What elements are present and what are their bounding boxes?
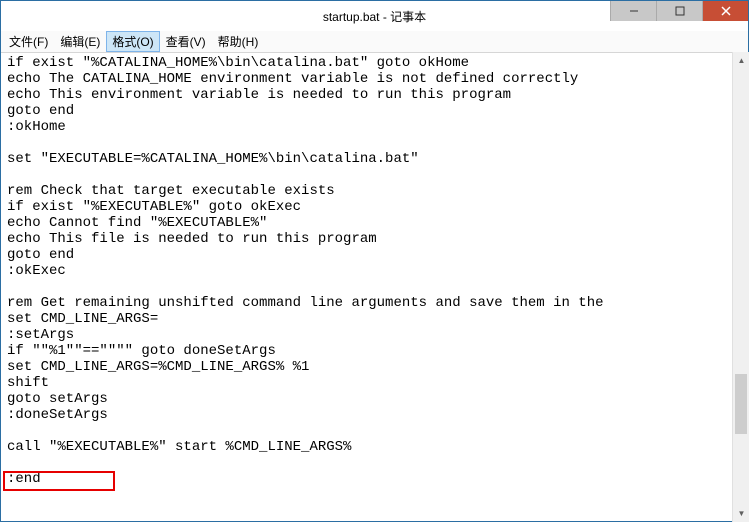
menu-file[interactable]: 文件(F): [3, 31, 54, 52]
scroll-thumb[interactable]: [735, 374, 747, 434]
maximize-button[interactable]: [656, 1, 702, 21]
minimize-icon: [629, 6, 639, 16]
menu-format[interactable]: 格式(O): [106, 31, 159, 52]
menu-view[interactable]: 查看(V): [160, 31, 212, 52]
scroll-track[interactable]: [733, 69, 749, 505]
close-icon: [721, 6, 731, 16]
close-button[interactable]: [702, 1, 748, 21]
menu-edit[interactable]: 编辑(E): [54, 31, 106, 52]
window-title: startup.bat - 记事本: [323, 8, 426, 25]
scroll-up-arrow[interactable]: ▲: [733, 52, 749, 69]
menu-help[interactable]: 帮助(H): [212, 31, 265, 52]
minimize-button[interactable]: [610, 1, 656, 21]
window-controls: [610, 1, 748, 21]
titlebar: startup.bat - 记事本: [1, 1, 748, 31]
maximize-icon: [675, 6, 685, 16]
vertical-scrollbar[interactable]: ▲ ▼: [732, 52, 749, 522]
scroll-down-arrow[interactable]: ▼: [733, 505, 749, 522]
menubar: 文件(F) 编辑(E) 格式(O) 查看(V) 帮助(H): [1, 31, 748, 53]
editor-area[interactable]: if exist "%CATALINA_HOME%\bin\catalina.b…: [1, 53, 748, 521]
editor-text: if exist "%CATALINA_HOME%\bin\catalina.b…: [7, 55, 604, 487]
